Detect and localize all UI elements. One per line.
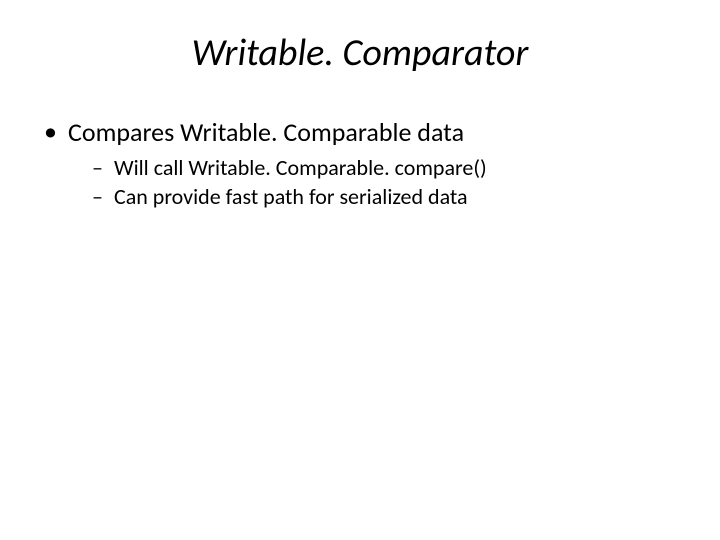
list-item: Will call Writable. Comparable. compare(… bbox=[92, 154, 680, 181]
slide-title: Writable. Comparator bbox=[40, 30, 680, 76]
bullet-list-level2: Will call Writable. Comparable. compare(… bbox=[68, 154, 680, 210]
list-item-text: Will call Writable. Comparable. compare(… bbox=[114, 154, 487, 181]
bullet-list-level1: Compares Writable. Comparable data Will … bbox=[40, 116, 680, 210]
list-item-text: Compares Writable. Comparable data bbox=[68, 116, 464, 148]
list-item: Compares Writable. Comparable data Will … bbox=[40, 116, 680, 210]
list-item-text: Can provide fast path for serialized dat… bbox=[114, 183, 468, 210]
list-item: Can provide fast path for serialized dat… bbox=[92, 183, 680, 210]
